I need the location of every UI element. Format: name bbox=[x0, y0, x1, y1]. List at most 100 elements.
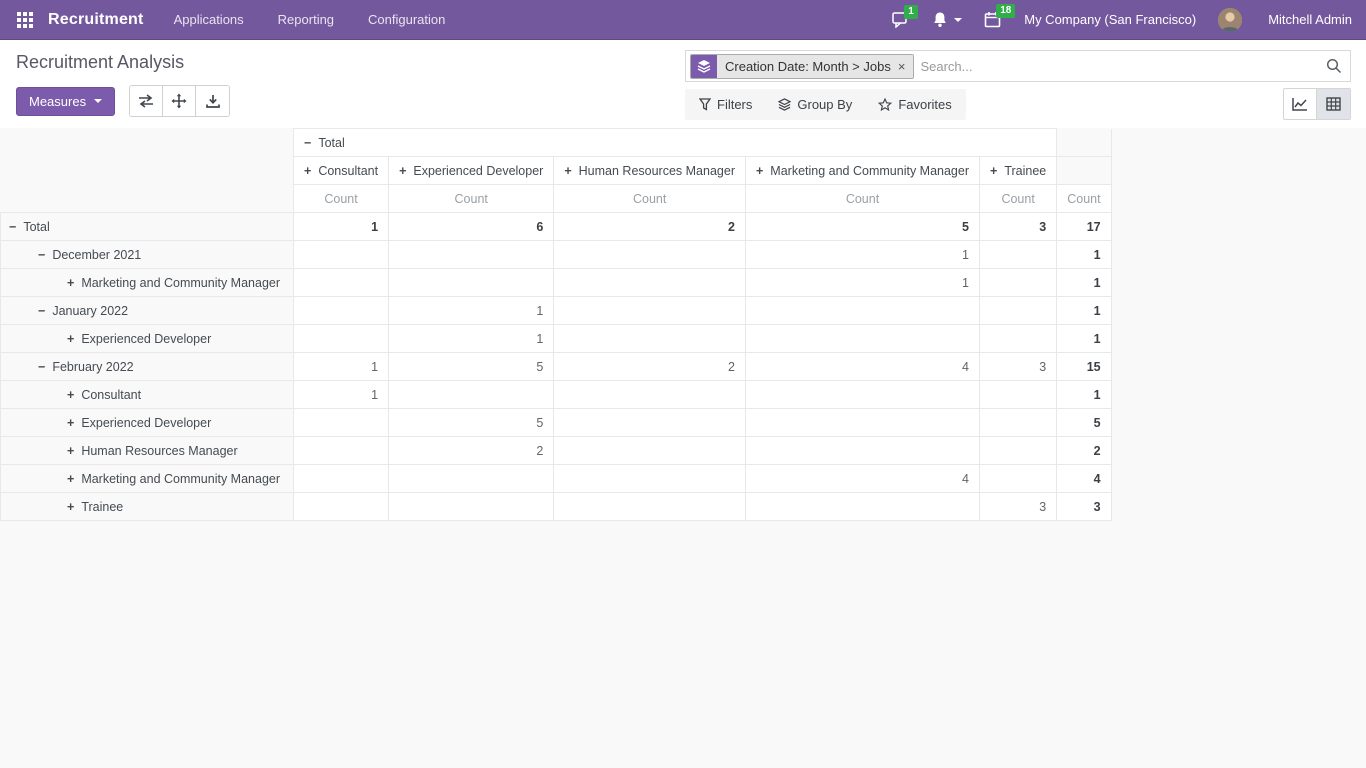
pivot-row-header-december-2021[interactable]: −December 2021 bbox=[1, 241, 294, 269]
favorites-button[interactable]: Favorites bbox=[878, 97, 951, 112]
measures-button[interactable]: Measures bbox=[16, 87, 115, 116]
pivot-cell[interactable]: 5 bbox=[389, 353, 554, 381]
pivot-cell[interactable]: 3 bbox=[980, 213, 1057, 241]
pivot-cell[interactable]: 2 bbox=[389, 437, 554, 465]
pivot-view-button[interactable] bbox=[1317, 89, 1350, 119]
pivot-cell[interactable]: 1 bbox=[389, 325, 554, 353]
pivot-cell[interactable]: 5 bbox=[389, 409, 554, 437]
pivot-cell[interactable]: 4 bbox=[745, 353, 979, 381]
pivot-row-total-cell[interactable]: 1 bbox=[1057, 381, 1111, 409]
pivot-cell[interactable] bbox=[980, 465, 1057, 493]
pivot-cell[interactable] bbox=[389, 493, 554, 521]
facet-remove-icon[interactable]: × bbox=[898, 59, 906, 74]
pivot-cell[interactable]: 1 bbox=[745, 269, 979, 297]
pivot-measure-header[interactable]: Count bbox=[980, 185, 1057, 213]
pivot-cell[interactable] bbox=[745, 381, 979, 409]
pivot-cell[interactable] bbox=[980, 409, 1057, 437]
pivot-cell[interactable] bbox=[980, 241, 1057, 269]
pivot-cell[interactable] bbox=[554, 465, 746, 493]
pivot-cell[interactable] bbox=[554, 269, 746, 297]
pivot-row-total-cell[interactable]: 1 bbox=[1057, 269, 1111, 297]
pivot-cell[interactable]: 6 bbox=[389, 213, 554, 241]
pivot-cell[interactable] bbox=[554, 297, 746, 325]
pivot-cell[interactable]: 5 bbox=[745, 213, 979, 241]
pivot-cell[interactable] bbox=[389, 269, 554, 297]
pivot-row-total-cell[interactable]: 15 bbox=[1057, 353, 1111, 381]
pivot-cell[interactable]: 1 bbox=[294, 381, 389, 409]
pivot-col-header-trainee[interactable]: +Trainee bbox=[980, 157, 1057, 185]
pivot-row-header-january-2022[interactable]: −January 2022 bbox=[1, 297, 294, 325]
pivot-cell[interactable] bbox=[745, 297, 979, 325]
pivot-cell[interactable] bbox=[294, 493, 389, 521]
pivot-row-total-cell[interactable]: 1 bbox=[1057, 241, 1111, 269]
pivot-measure-header[interactable]: Count bbox=[1057, 185, 1111, 213]
pivot-cell[interactable]: 1 bbox=[294, 353, 389, 381]
pivot-row-total-cell[interactable]: 1 bbox=[1057, 297, 1111, 325]
download-xlsx-button[interactable] bbox=[196, 86, 229, 116]
messages-button[interactable]: 1 bbox=[892, 12, 910, 28]
pivot-row-total-cell[interactable]: 4 bbox=[1057, 465, 1111, 493]
company-switcher[interactable]: My Company (San Francisco) bbox=[1024, 12, 1196, 27]
pivot-cell[interactable]: 1 bbox=[389, 297, 554, 325]
group-by-button[interactable]: Group By bbox=[778, 97, 852, 112]
pivot-cell[interactable] bbox=[554, 409, 746, 437]
pivot-measure-header[interactable]: Count bbox=[389, 185, 554, 213]
pivot-cell[interactable] bbox=[294, 297, 389, 325]
pivot-cell[interactable] bbox=[980, 437, 1057, 465]
pivot-measure-header[interactable]: Count bbox=[294, 185, 389, 213]
pivot-row-header-experienced-developer[interactable]: +Experienced Developer bbox=[1, 325, 294, 353]
graph-view-button[interactable] bbox=[1284, 89, 1317, 119]
menu-applications[interactable]: Applications bbox=[172, 8, 246, 31]
pivot-cell[interactable]: 3 bbox=[980, 353, 1057, 381]
pivot-cell[interactable] bbox=[980, 381, 1057, 409]
pivot-cell[interactable] bbox=[389, 381, 554, 409]
notifications-button[interactable] bbox=[932, 11, 962, 28]
search-bar[interactable]: Creation Date: Month > Jobs × bbox=[685, 50, 1351, 82]
pivot-cell[interactable] bbox=[554, 241, 746, 269]
filters-button[interactable]: Filters bbox=[699, 97, 752, 112]
pivot-row-total-cell[interactable]: 5 bbox=[1057, 409, 1111, 437]
pivot-cell[interactable] bbox=[294, 241, 389, 269]
pivot-row-total-cell[interactable]: 2 bbox=[1057, 437, 1111, 465]
pivot-cell[interactable] bbox=[745, 437, 979, 465]
pivot-cell[interactable] bbox=[294, 269, 389, 297]
pivot-cell[interactable]: 3 bbox=[980, 493, 1057, 521]
pivot-cell[interactable]: 1 bbox=[294, 213, 389, 241]
user-avatar[interactable] bbox=[1218, 8, 1242, 32]
pivot-cell[interactable] bbox=[745, 409, 979, 437]
search-input[interactable] bbox=[920, 59, 1326, 74]
apps-menu-button[interactable] bbox=[12, 7, 38, 33]
pivot-cell[interactable]: 2 bbox=[554, 353, 746, 381]
pivot-row-header-february-2022[interactable]: −February 2022 bbox=[1, 353, 294, 381]
pivot-row-total-cell[interactable]: 17 bbox=[1057, 213, 1111, 241]
pivot-cell[interactable] bbox=[294, 409, 389, 437]
pivot-cell[interactable] bbox=[294, 325, 389, 353]
pivot-cell[interactable] bbox=[554, 325, 746, 353]
pivot-cell[interactable]: 1 bbox=[745, 241, 979, 269]
flip-axis-button[interactable] bbox=[130, 86, 163, 116]
pivot-row-total-cell[interactable]: 3 bbox=[1057, 493, 1111, 521]
pivot-cell[interactable] bbox=[389, 465, 554, 493]
pivot-col-header-total[interactable]: −Total bbox=[294, 129, 1057, 157]
menu-configuration[interactable]: Configuration bbox=[366, 8, 447, 31]
pivot-cell[interactable] bbox=[554, 437, 746, 465]
pivot-cell[interactable] bbox=[745, 325, 979, 353]
pivot-row-header-consultant[interactable]: +Consultant bbox=[1, 381, 294, 409]
pivot-row-header-total[interactable]: −Total bbox=[1, 213, 294, 241]
pivot-row-header-marketing-and-community-manager[interactable]: +Marketing and Community Manager bbox=[1, 465, 294, 493]
pivot-cell[interactable] bbox=[554, 381, 746, 409]
pivot-measure-header[interactable]: Count bbox=[745, 185, 979, 213]
pivot-cell[interactable]: 2 bbox=[554, 213, 746, 241]
pivot-row-header-human-resources-manager[interactable]: +Human Resources Manager bbox=[1, 437, 294, 465]
pivot-row-total-cell[interactable]: 1 bbox=[1057, 325, 1111, 353]
user-menu[interactable]: Mitchell Admin bbox=[1268, 12, 1352, 27]
pivot-cell[interactable] bbox=[980, 325, 1057, 353]
pivot-row-header-marketing-and-community-manager[interactable]: +Marketing and Community Manager bbox=[1, 269, 294, 297]
pivot-col-header-marketing-and-community-manager[interactable]: +Marketing and Community Manager bbox=[745, 157, 979, 185]
pivot-measure-header[interactable]: Count bbox=[554, 185, 746, 213]
search-icon[interactable] bbox=[1326, 58, 1342, 74]
pivot-row-header-trainee[interactable]: +Trainee bbox=[1, 493, 294, 521]
app-name[interactable]: Recruitment bbox=[48, 11, 144, 29]
menu-reporting[interactable]: Reporting bbox=[276, 8, 336, 31]
expand-all-button[interactable] bbox=[163, 86, 196, 116]
